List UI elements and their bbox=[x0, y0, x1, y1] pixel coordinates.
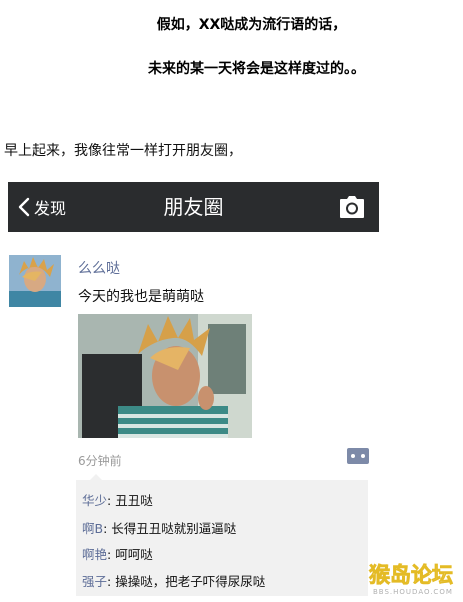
watermark-main: 猴岛论坛 bbox=[369, 563, 453, 587]
comment-item[interactable]: 强子: 操操哒，把老子吓得尿尿哒 bbox=[82, 571, 265, 590]
post-author[interactable]: 么么哒 bbox=[78, 258, 120, 278]
dot-icon bbox=[351, 454, 355, 458]
intro-line-2: 未来的某一天将会是这样度过的。。 bbox=[148, 61, 365, 77]
comment-author[interactable]: 啊B bbox=[82, 521, 103, 536]
post-text: 今天的我也是萌萌哒 bbox=[78, 289, 204, 305]
comment-text: 呵呵哒 bbox=[115, 547, 153, 562]
moments-top-bar: 发现 朋友圈 bbox=[8, 182, 379, 232]
intro-line-3: 早上起来，我像往常一样打开朋友圈， bbox=[4, 143, 242, 159]
comment-author[interactable]: 华少 bbox=[82, 493, 107, 508]
comment-separator: : bbox=[107, 574, 116, 589]
avatar[interactable] bbox=[9, 255, 61, 307]
comment-author[interactable]: 强子 bbox=[82, 574, 107, 589]
comment-author[interactable]: 啊艳 bbox=[82, 547, 107, 562]
watermark-logo: 猴岛论坛 BBS.HOUDAO.COM bbox=[365, 558, 461, 598]
post-time: 6分钟前 bbox=[78, 454, 122, 468]
comment-text: 操操哒，把老子吓得尿尿哒 bbox=[115, 574, 266, 589]
comments-panel: 华少: 丑丑哒 啊B: 长得丑丑哒就别逼逼哒 啊艳: 呵呵哒 强子: 操操哒，把… bbox=[76, 474, 368, 596]
comment-separator: : bbox=[107, 547, 116, 562]
comment-item[interactable]: 华少: 丑丑哒 bbox=[82, 490, 153, 509]
comment-item[interactable]: 啊B: 长得丑丑哒就别逼逼哒 bbox=[82, 518, 236, 537]
watermark-sub: BBS.HOUDAO.COM bbox=[373, 588, 453, 596]
comment-text: 丑丑哒 bbox=[115, 493, 153, 508]
camera-button[interactable] bbox=[339, 195, 365, 219]
comment-text: 长得丑丑哒就别逼逼哒 bbox=[111, 521, 237, 536]
post-photo[interactable] bbox=[78, 314, 252, 438]
intro-line-1: 假如，XX哒成为流行语的话， bbox=[156, 17, 347, 33]
camera-icon bbox=[339, 196, 365, 223]
comment-menu-button[interactable] bbox=[347, 448, 369, 464]
comment-item[interactable]: 啊艳: 呵呵哒 bbox=[82, 544, 153, 563]
page-title: 朋友圈 bbox=[163, 195, 224, 219]
comment-separator: : bbox=[107, 493, 116, 508]
dot-icon bbox=[361, 454, 365, 458]
